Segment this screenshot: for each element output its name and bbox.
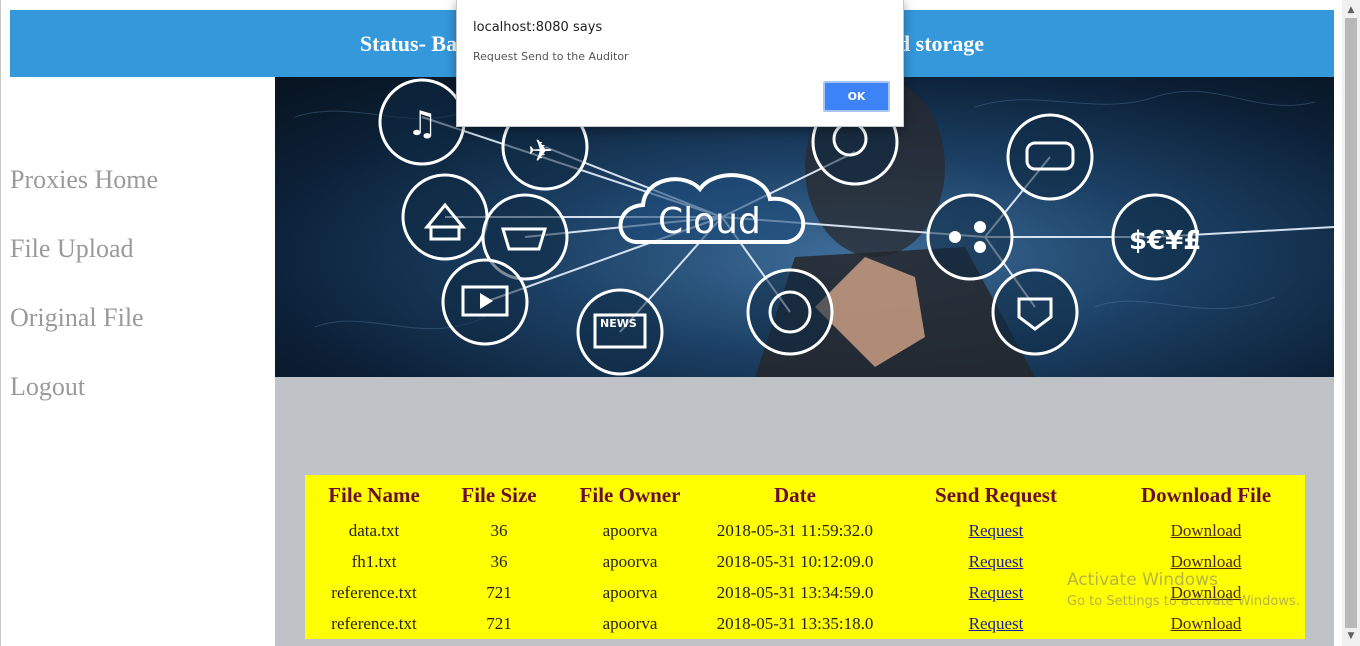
ok-button[interactable]: OK	[823, 81, 890, 112]
dialog-message: Request Send to the Auditor	[473, 50, 629, 63]
request-link[interactable]: Request	[969, 614, 1024, 633]
header-title-left: Status- Bas	[359, 30, 466, 56]
download-link[interactable]: Download	[1171, 614, 1242, 633]
request-link[interactable]: Request	[969, 552, 1024, 571]
download-link[interactable]: Download	[1171, 552, 1242, 571]
scroll-up-arrow-icon[interactable]: ▲	[1342, 2, 1360, 18]
share-node-icon	[926, 193, 1014, 281]
watermark-line1: Activate Windows	[1067, 570, 1218, 590]
file-name-cell: reference.txt	[331, 613, 417, 633]
news-node-icon	[576, 288, 664, 376]
file-size-cell: 721	[486, 613, 512, 633]
col-send-request: Send Request	[935, 482, 1057, 507]
nav-logout[interactable]: Logout	[10, 372, 85, 402]
file-size-cell: 721	[486, 582, 512, 602]
request-link[interactable]: Request	[969, 521, 1024, 540]
dialog-title: localhost:8080 says	[473, 20, 603, 35]
file-size-cell: 36	[490, 520, 508, 540]
table-row: reference.txt 721 apoorva 2018-05-31 13:…	[305, 608, 1305, 639]
date-cell: 2018-05-31 10:12:09.0	[716, 551, 874, 571]
nav-original-file[interactable]: Original File	[10, 303, 144, 333]
scrollbar-thumb[interactable]	[1345, 18, 1357, 628]
download-node-icon	[991, 268, 1079, 356]
file-size-cell: 36	[490, 551, 508, 571]
watermark-line2: Go to Settings to activate Windows.	[1067, 594, 1300, 609]
news-label-text: NEWS	[600, 317, 637, 330]
date-cell: 2018-05-31 11:59:32.0	[716, 520, 874, 540]
nav-proxies-home[interactable]: Proxies Home	[10, 165, 158, 195]
sidebar: Proxies Home File Upload Original File L…	[10, 77, 275, 646]
col-file-name: File Name	[328, 482, 420, 507]
col-file-size: File Size	[461, 482, 537, 507]
col-download-file: Download File	[1140, 482, 1272, 507]
cloud-label-text: Cloud	[658, 201, 761, 242]
request-link[interactable]: Request	[969, 583, 1024, 602]
nav-file-upload[interactable]: File Upload	[10, 234, 134, 264]
download-link[interactable]: Download	[1171, 521, 1242, 540]
currency-symbols-text: $€¥£	[1129, 226, 1201, 256]
file-name-cell: fh1.txt	[351, 551, 397, 571]
scroll-down-arrow-icon[interactable]: ▼	[1342, 628, 1360, 644]
col-file-owner: File Owner	[579, 482, 681, 507]
date-cell: 2018-05-31 13:35:18.0	[716, 613, 874, 633]
file-owner-cell: apoorva	[602, 520, 658, 540]
table-row: data.txt 36 apoorva 2018-05-31 11:59:32.…	[305, 515, 1305, 546]
file-name-cell: data.txt	[348, 520, 400, 540]
date-cell: 2018-05-31 13:34:59.0	[716, 582, 874, 602]
file-owner-cell: apoorva	[602, 551, 658, 571]
alert-dialog: localhost:8080 says Request Send to the …	[456, 0, 904, 127]
home-node-icon	[401, 173, 489, 261]
svg-text:✈: ✈	[528, 134, 553, 169]
pie-chart-node-icon	[746, 268, 834, 356]
activate-windows-watermark: Activate Windows Go to Settings to activ…	[1067, 570, 1300, 609]
chat-node-icon	[1006, 113, 1094, 201]
file-table: File Name File Size File Owner Date Send…	[305, 475, 1305, 639]
file-name-cell: reference.txt	[331, 582, 417, 602]
col-date: Date	[774, 482, 816, 507]
file-owner-cell: apoorva	[602, 613, 658, 633]
file-owner-cell: apoorva	[602, 582, 658, 602]
svg-text:♫: ♫	[407, 104, 437, 144]
table-header-row: File Name File Size File Owner Date Send…	[305, 475, 1305, 515]
vertical-scrollbar[interactable]: ▲ ▼	[1342, 0, 1360, 646]
